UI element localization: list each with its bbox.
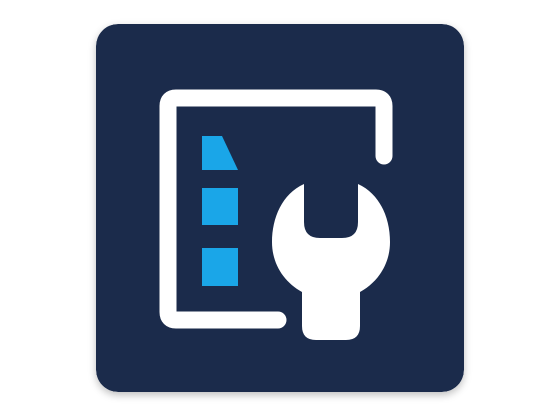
document-bar-middle bbox=[202, 188, 238, 225]
screenshot-stage bbox=[0, 0, 560, 420]
app-icon-graphic bbox=[96, 24, 464, 392]
document-bar-bottom bbox=[202, 248, 238, 286]
app-icon[interactable] bbox=[96, 24, 464, 392]
